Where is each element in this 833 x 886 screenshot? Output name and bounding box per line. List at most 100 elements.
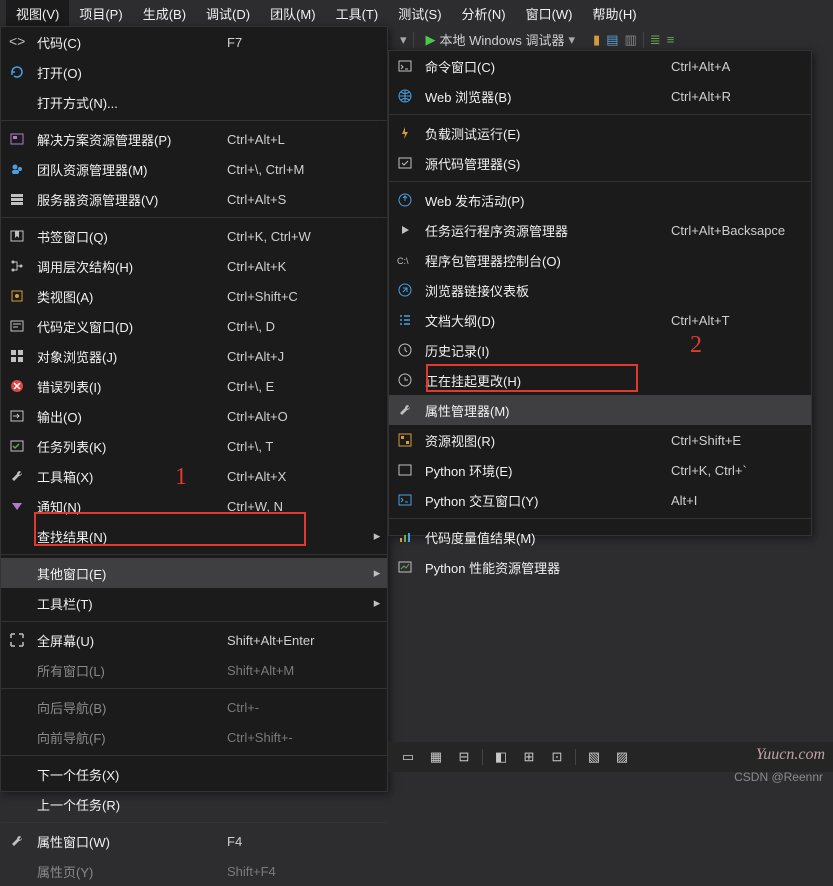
menuitem-shortcut: Ctrl+\, T [227, 439, 367, 454]
menuitem-文档大纲d[interactable]: 文档大纲(D)Ctrl+Alt+T [389, 305, 811, 335]
menu-生成[interactable]: 生成(B) [133, 0, 196, 27]
menuitem-shortcut: Ctrl+\, D [227, 319, 367, 334]
menu-帮助[interactable]: 帮助(H) [583, 0, 647, 27]
panel-icon[interactable]: ▧ [584, 747, 604, 767]
panel-icon[interactable]: ⊡ [547, 747, 567, 767]
menuitem-web浏览器b[interactable]: Web 浏览器(B)Ctrl+Alt+R [389, 81, 811, 111]
team-icon [1, 161, 33, 177]
menuitem-打开o[interactable]: 打开(O) [1, 57, 387, 87]
menu-分析[interactable]: 分析(N) [452, 0, 516, 27]
menuitem-书签窗口q[interactable]: 书签窗口(Q)Ctrl+K, Ctrl+W [1, 221, 387, 251]
menuitem-属性管理器m[interactable]: 属性管理器(M) [389, 395, 811, 425]
annotation-number-2: 2 [690, 332, 702, 359]
menuitem-资源视图r[interactable]: 资源视图(R)Ctrl+Shift+E [389, 425, 811, 455]
menuitem-label: 全屏幕(U) [33, 631, 227, 650]
menuitem-label: 任务运行程序资源管理器 [421, 221, 671, 240]
pyint-icon [389, 492, 421, 508]
panel-icon[interactable]: ⊞ [519, 747, 539, 767]
tool-icon-1[interactable]: ▮ [593, 32, 600, 48]
menuitem-其他窗口e[interactable]: 其他窗口(E)▸ [1, 558, 387, 588]
panel-icon[interactable]: ◧ [491, 747, 511, 767]
menuitem-上一个任务r[interactable]: 上一个任务(R) [1, 789, 387, 819]
menuitem-shortcut: Ctrl+Alt+J [227, 349, 367, 364]
menuitem-任务列表k[interactable]: 任务列表(K)Ctrl+\, T [1, 431, 387, 461]
menu-团队[interactable]: 团队(M) [260, 0, 326, 27]
menuitem-label: 向后导航(B) [33, 698, 227, 717]
menuitem-shortcut: Shift+Alt+Enter [227, 633, 367, 648]
menuitem-打开方式n[interactable]: 打开方式(N)... [1, 87, 387, 117]
load-icon [389, 125, 421, 141]
menuitem-python交互窗口y[interactable]: Python 交互窗口(Y)Alt+I [389, 485, 811, 515]
menuitem-全屏幕u[interactable]: 全屏幕(U)Shift+Alt+Enter [1, 625, 387, 655]
menuitem-属性窗口w[interactable]: 属性窗口(W)F4 [1, 826, 387, 856]
menuitem-工具箱x[interactable]: 工具箱(X)Ctrl+Alt+X [1, 461, 387, 491]
debugger-label: 本地 Windows 调试器 [440, 30, 565, 49]
error-icon [1, 378, 33, 394]
menuitem-shortcut: Alt+I [671, 493, 811, 508]
other-windows-submenu: 命令窗口(C)Ctrl+Alt+AWeb 浏览器(B)Ctrl+Alt+R 负载测… [388, 50, 812, 536]
menu-separator [1, 688, 387, 689]
menuitem-所有窗口l[interactable]: 所有窗口(L)Shift+Alt+M [1, 655, 387, 685]
menuitem-label: 命令窗口(C) [421, 57, 671, 76]
menuitem-通知n[interactable]: 通知(N)Ctrl+W, N [1, 491, 387, 521]
menu-项目[interactable]: 项目(P) [69, 0, 132, 27]
tool-icon-5[interactable]: ≡ [667, 32, 675, 48]
menuitem-shortcut: Shift+F4 [227, 864, 367, 879]
menuitem-下一个任务x[interactable]: 下一个任务(X) [1, 759, 387, 789]
dropdown-icon[interactable]: ▾ [400, 32, 407, 48]
menuitem-服务器资源管理器v[interactable]: 服务器资源管理器(V)Ctrl+Alt+S [1, 184, 387, 214]
menuitem-团队资源管理器m[interactable]: 团队资源管理器(M)Ctrl+\, Ctrl+M [1, 154, 387, 184]
panel-icon[interactable]: ▦ [426, 747, 446, 767]
menuitem-shortcut: Ctrl+Alt+Backsapce [671, 223, 811, 238]
pyperf-icon [389, 559, 421, 575]
menuitem-属性页y[interactable]: 属性页(Y)Shift+F4 [1, 856, 387, 886]
svg-text:C:\: C:\ [397, 256, 409, 266]
menuitem-类视图a[interactable]: 类视图(A)Ctrl+Shift+C [1, 281, 387, 311]
tool-icon-4[interactable]: ≣ [650, 32, 661, 48]
menuitem-输出o[interactable]: 输出(O)Ctrl+Alt+O [1, 401, 387, 431]
menuitem-源代码管理器s[interactable]: 源代码管理器(S) [389, 148, 811, 178]
menu-调试[interactable]: 调试(D) [196, 0, 260, 27]
menuitem-label: 属性窗口(W) [33, 832, 227, 851]
menuitem-python环境e[interactable]: Python 环境(E)Ctrl+K, Ctrl+` [389, 455, 811, 485]
menuitem-代码c[interactable]: <>代码(C)F7 [1, 27, 387, 57]
menuitem-向后导航b[interactable]: 向后导航(B)Ctrl+- [1, 692, 387, 722]
publish-icon [389, 192, 421, 208]
menu-工具[interactable]: 工具(T) [326, 0, 389, 27]
tool-icon-2[interactable]: ▤ [606, 32, 618, 48]
menuitem-shortcut: Shift+Alt+M [227, 663, 367, 678]
menuitem-代码定义窗口d[interactable]: 代码定义窗口(D)Ctrl+\, D [1, 311, 387, 341]
menuitem-shortcut: Ctrl+Alt+S [227, 192, 367, 207]
menu-测试[interactable]: 测试(S) [388, 0, 451, 27]
menuitem-工具栏t[interactable]: 工具栏(T)▸ [1, 588, 387, 618]
menuitem-shortcut: Ctrl+\, Ctrl+M [227, 162, 367, 177]
menuitem-向前导航f[interactable]: 向前导航(F)Ctrl+Shift+- [1, 722, 387, 752]
menuitem-代码度量值结果m[interactable]: 代码度量值结果(M) [389, 522, 811, 552]
menuitem-shortcut: Ctrl+Alt+T [671, 313, 811, 328]
menu-separator [1, 120, 387, 121]
menuitem-解决方案资源管理器p[interactable]: 解决方案资源管理器(P)Ctrl+Alt+L [1, 124, 387, 154]
menuitem-web发布活动p[interactable]: Web 发布活动(P) [389, 185, 811, 215]
panel-icon[interactable]: ▨ [612, 747, 632, 767]
menuitem-命令窗口c[interactable]: 命令窗口(C)Ctrl+Alt+A [389, 51, 811, 81]
menuitem-程序包管理器控制台o[interactable]: C:\程序包管理器控制台(O) [389, 245, 811, 275]
menu-窗口[interactable]: 窗口(W) [516, 0, 583, 27]
menuitem-查找结果n[interactable]: 查找结果(N)▸ [1, 521, 387, 551]
menuitem-shortcut: Ctrl+Shift+C [227, 289, 367, 304]
menuitem-label: 负载测试运行(E) [421, 124, 671, 143]
menuitem-错误列表i[interactable]: 错误列表(I)Ctrl+\, E [1, 371, 387, 401]
tool-icon-3[interactable]: ▥ [624, 32, 636, 48]
menuitem-对象浏览器j[interactable]: 对象浏览器(J)Ctrl+Alt+J [1, 341, 387, 371]
play-icon: ▶ [426, 32, 436, 48]
menuitem-浏览器链接仪表板[interactable]: 浏览器链接仪表板 [389, 275, 811, 305]
menuitem-负载测试运行e[interactable]: 负载测试运行(E) [389, 118, 811, 148]
menu-视图[interactable]: 视图(V) [6, 0, 69, 27]
menuitem-调用层次结构h[interactable]: 调用层次结构(H)Ctrl+Alt+K [1, 251, 387, 281]
menuitem-历史记录i[interactable]: 历史记录(I) [389, 335, 811, 365]
menuitem-任务运行程序资源管理器[interactable]: 任务运行程序资源管理器Ctrl+Alt+Backsapce [389, 215, 811, 245]
menuitem-python性能资源管理器[interactable]: Python 性能资源管理器 [389, 552, 811, 582]
panel-icon[interactable]: ▭ [398, 747, 418, 767]
menuitem-正在挂起更改h[interactable]: 正在挂起更改(H) [389, 365, 811, 395]
panel-icon[interactable]: ⊟ [454, 747, 474, 767]
start-debug-button[interactable]: ▶ 本地 Windows 调试器 ▾ [420, 30, 582, 49]
